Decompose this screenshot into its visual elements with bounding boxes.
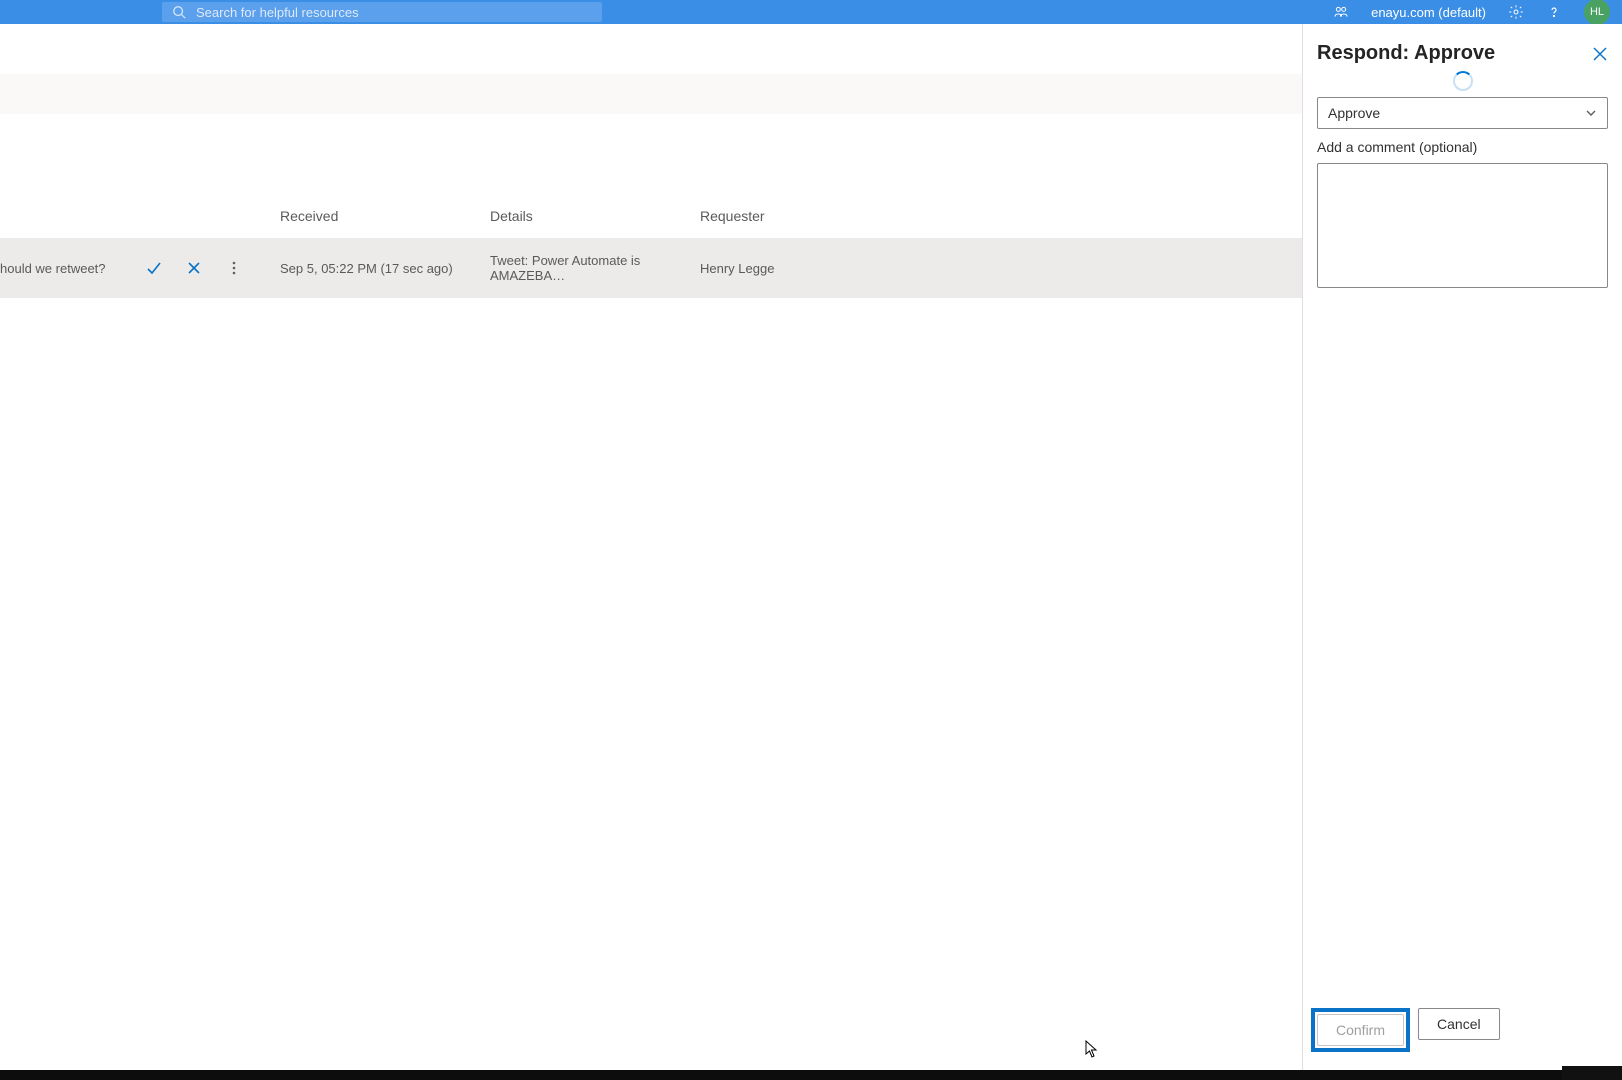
- row-received: Sep 5, 05:22 PM (17 sec ago): [280, 261, 490, 276]
- panel-title: Respond: Approve: [1317, 42, 1495, 65]
- comment-label: Add a comment (optional): [1317, 139, 1608, 155]
- col-received: Received: [280, 208, 490, 224]
- avatar[interactable]: HL: [1584, 0, 1610, 25]
- top-bar: enayu.com (default) HL: [0, 0, 1622, 24]
- reject-icon[interactable]: [186, 260, 202, 276]
- comment-input[interactable]: [1317, 163, 1608, 288]
- gear-icon[interactable]: [1508, 4, 1524, 20]
- col-details: Details: [490, 208, 700, 224]
- cancel-button[interactable]: Cancel: [1418, 1008, 1500, 1040]
- table-row[interactable]: hould we retweet? Sep 5, 05:22 PM (17 se…: [0, 238, 1302, 298]
- col-requester: Requester: [700, 208, 1302, 224]
- taskbar-clock: [1562, 1066, 1622, 1080]
- environments-icon[interactable]: [1333, 4, 1349, 20]
- more-icon[interactable]: [226, 260, 242, 276]
- search-box[interactable]: [162, 2, 602, 22]
- row-requester: Henry Legge: [700, 261, 1302, 276]
- respond-panel: Respond: Approve Approve Add a comment (…: [1302, 24, 1622, 1070]
- loading-spinner: [1453, 71, 1473, 91]
- help-icon[interactable]: [1546, 4, 1562, 20]
- close-icon[interactable]: [1592, 46, 1608, 62]
- row-details: Tweet: Power Automate is AMAZEBA…: [490, 253, 700, 283]
- response-select-value: Approve: [1328, 105, 1380, 121]
- avatar-initials: HL: [1590, 6, 1604, 18]
- taskbar: [0, 1070, 1622, 1080]
- approve-icon[interactable]: [146, 260, 162, 276]
- main-area: Received Details Requester hould we retw…: [0, 24, 1302, 1070]
- confirm-button[interactable]: Confirm: [1317, 1014, 1404, 1046]
- row-title: hould we retweet?: [0, 261, 106, 276]
- table-header: Received Details Requester: [0, 194, 1302, 238]
- search-icon: [172, 5, 186, 19]
- search-input[interactable]: [196, 5, 592, 20]
- response-select[interactable]: Approve: [1317, 97, 1608, 129]
- chevron-down-icon: [1585, 107, 1597, 119]
- environment-name[interactable]: enayu.com (default): [1371, 5, 1486, 20]
